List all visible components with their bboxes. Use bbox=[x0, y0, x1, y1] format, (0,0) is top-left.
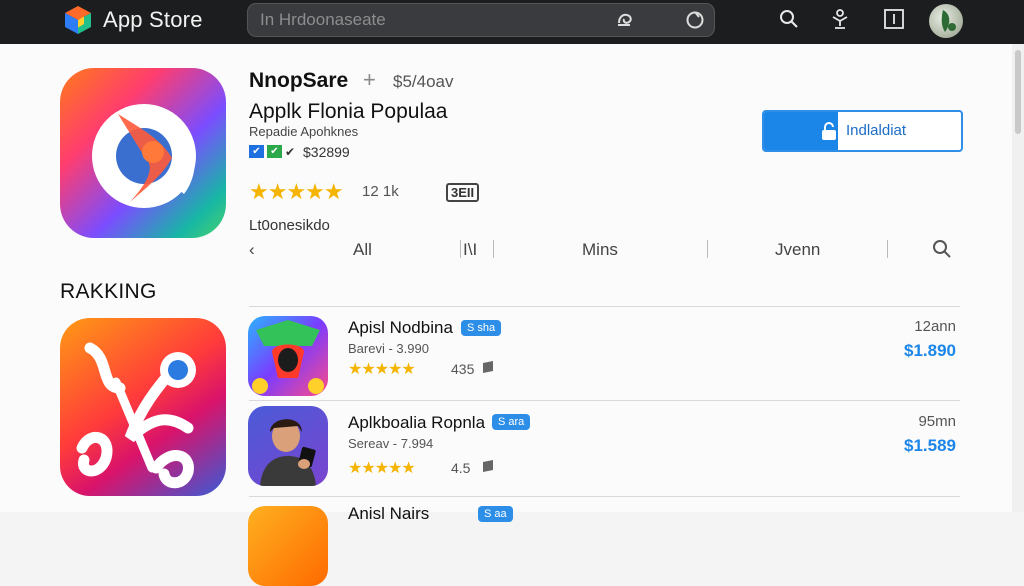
list-item-stars: ★★★★★ bbox=[348, 460, 416, 477]
tab-search-icon[interactable] bbox=[931, 238, 953, 260]
search-bar[interactable]: In Hrdoonaseate bbox=[247, 3, 715, 37]
age-rating-badge: 3EII bbox=[446, 183, 480, 202]
app-size: $32899 bbox=[303, 144, 350, 160]
list-item-tag: S ara bbox=[492, 414, 531, 430]
ranking-heading: RAKKING bbox=[60, 280, 157, 303]
install-button[interactable]: Indlaldiat bbox=[762, 110, 963, 152]
tab-divider bbox=[887, 240, 888, 258]
app-star-rating: ★★★★★ bbox=[249, 179, 344, 204]
featured-app-icon[interactable] bbox=[60, 318, 226, 496]
tab-divider bbox=[493, 240, 494, 258]
list-item-title[interactable]: Anisl Nairs bbox=[348, 504, 429, 524]
refresh-icon[interactable] bbox=[684, 9, 706, 31]
family-icon[interactable] bbox=[829, 8, 851, 30]
list-item-icon[interactable] bbox=[248, 406, 328, 486]
app-price: $5/4oav bbox=[393, 72, 454, 91]
flag-icon bbox=[483, 361, 493, 375]
app-store-title: App Store bbox=[103, 7, 203, 32]
list-item-tag: S sha bbox=[461, 320, 502, 336]
search-input[interactable]: In Hrdoonaseate bbox=[260, 10, 386, 30]
list-item-meta: Sereav - 7.994 bbox=[348, 436, 434, 451]
list-item-price[interactable]: $1.890 bbox=[866, 341, 956, 361]
list-item-rating-count: 435 bbox=[451, 361, 475, 377]
tab-back[interactable]: ‹ bbox=[249, 240, 255, 260]
tab-divider bbox=[460, 240, 461, 258]
app-name: NnopSare bbox=[249, 69, 349, 92]
list-item-title[interactable]: Apisl Nodbina bbox=[348, 318, 453, 338]
lock-icon bbox=[820, 121, 838, 141]
verified-badge: ✔ bbox=[267, 145, 282, 158]
list-item-rating-count: 4.5 bbox=[451, 460, 471, 476]
scrollbar-thumb[interactable] bbox=[1015, 50, 1021, 134]
avatar[interactable] bbox=[929, 4, 963, 38]
install-label: Indlaldiat bbox=[846, 122, 907, 139]
list-item-price[interactable]: $1.589 bbox=[866, 436, 956, 456]
list-item-stars: ★★★★★ bbox=[348, 361, 416, 378]
tab-jvenn[interactable]: Jvenn bbox=[775, 240, 820, 260]
tab-all[interactable]: All bbox=[353, 240, 372, 260]
editors-choice-badge: ✔ bbox=[249, 145, 264, 158]
category-tabs: ‹ All I\I Mins Jvenn bbox=[249, 236, 960, 264]
logo-cube-icon[interactable] bbox=[62, 4, 94, 36]
divider bbox=[249, 306, 960, 307]
section-label: Lt0onesikdo bbox=[249, 217, 330, 234]
app-icon bbox=[60, 68, 226, 238]
top-bar: App Store In Hrdoonaseate bbox=[0, 0, 1024, 44]
app-subtitle: Applk Flonia Populaa bbox=[249, 100, 448, 123]
flag-icon bbox=[483, 460, 493, 474]
scrollbar[interactable] bbox=[1012, 44, 1024, 512]
list-item-icon[interactable] bbox=[248, 316, 328, 396]
list-item-tag: S aa bbox=[478, 506, 513, 522]
app-developer[interactable]: Repadie Apohknes bbox=[249, 124, 358, 139]
divider bbox=[249, 400, 960, 401]
list-item-title[interactable]: Aplkboalia Ropnla bbox=[348, 413, 485, 433]
list-item-meta: Barevi - 3.990 bbox=[348, 341, 429, 356]
sidebar-toggle-icon[interactable] bbox=[883, 8, 905, 30]
tab-divider bbox=[707, 240, 708, 258]
list-item-icon[interactable] bbox=[248, 506, 328, 586]
tab-mine[interactable]: Mins bbox=[582, 240, 618, 260]
tab-charts[interactable]: I\I bbox=[463, 240, 477, 260]
check-badge: ✔ bbox=[285, 145, 296, 159]
rating-count: 12 1k bbox=[362, 183, 399, 200]
list-item-time: 95mn bbox=[918, 413, 956, 430]
divider bbox=[249, 496, 960, 497]
search-icon[interactable] bbox=[778, 8, 800, 30]
list-item-time: 12ann bbox=[914, 318, 956, 335]
mic-icon[interactable] bbox=[614, 9, 636, 31]
plus-separator: + bbox=[363, 67, 376, 92]
